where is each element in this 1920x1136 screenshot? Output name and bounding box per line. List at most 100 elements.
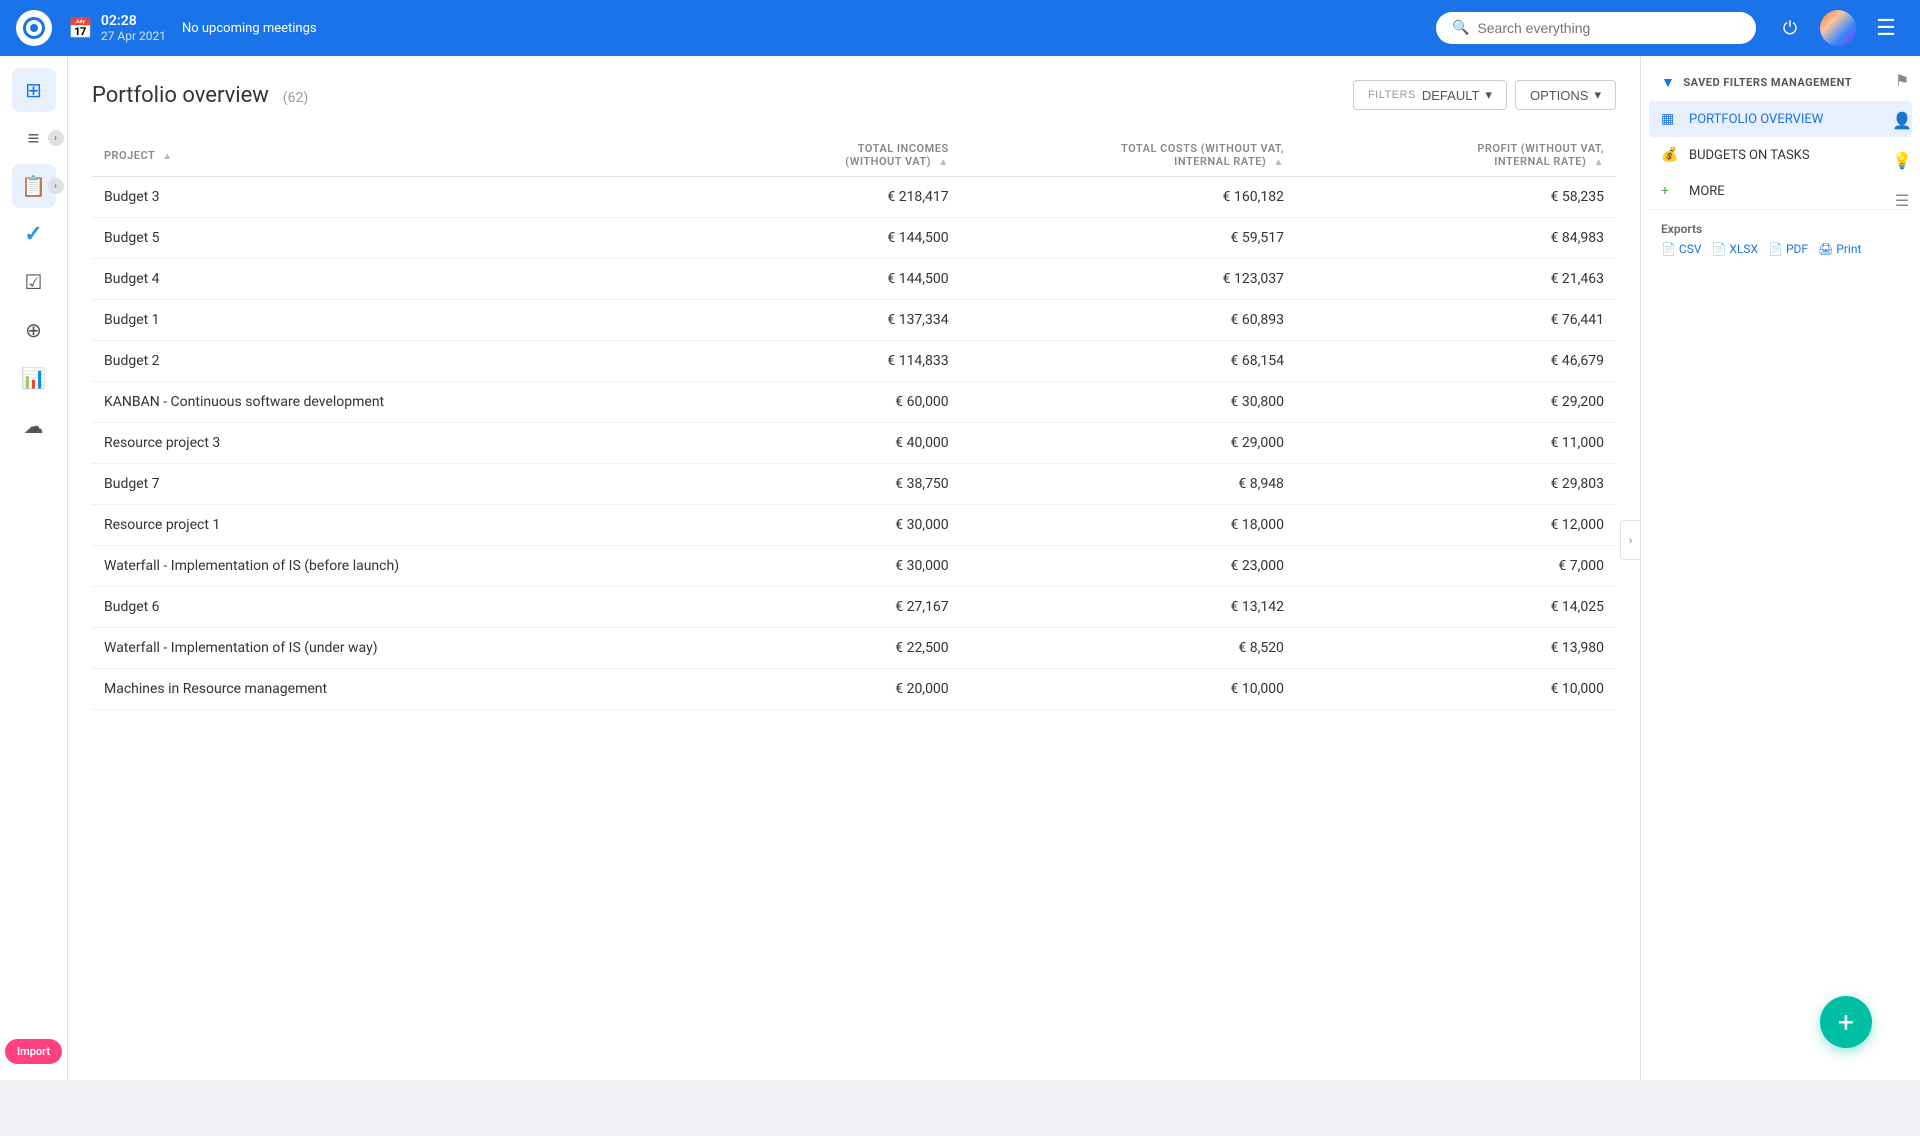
portfolio-overview-label: PORTFOLIO OVERVIEW	[1689, 112, 1823, 127]
checkmark-icon: ✓	[24, 222, 42, 247]
cell-total-incomes: € 60,000	[625, 382, 960, 423]
search-input[interactable]	[1477, 20, 1740, 36]
cell-total-incomes: € 30,000	[625, 546, 960, 587]
cell-total-costs: € 13,142	[961, 587, 1296, 628]
cell-project: Machines in Resource management	[92, 669, 625, 710]
list-icon: ≡	[28, 126, 40, 151]
table-row[interactable]: Machines in Resource management € 20,000…	[92, 669, 1616, 710]
import-button[interactable]: Import	[5, 1039, 62, 1064]
filters-button[interactable]: FILTERS DEFAULT ▾	[1353, 80, 1507, 110]
main-content: Portfolio overview (62) FILTERS DEFAULT …	[68, 56, 1640, 1080]
filter-icon: ▼	[1661, 74, 1675, 91]
filters-label: FILTERS	[1368, 89, 1416, 101]
fab-add-button[interactable]: +	[1820, 996, 1872, 1048]
col-profit[interactable]: PROFIT (WITHOUT VAT,INTERNAL RATE) ▲	[1296, 134, 1616, 177]
sidebar-item-chart[interactable]: 📊	[12, 356, 56, 400]
sidebar-item-cloud[interactable]: ☁	[12, 404, 56, 448]
sort-icon-costs: ▲	[1274, 157, 1284, 168]
cell-project: Resource project 1	[92, 505, 625, 546]
cell-total-incomes: € 137,334	[625, 300, 960, 341]
cell-project: Waterfall - Implementation of IS (before…	[92, 546, 625, 587]
col-profit-label: PROFIT (WITHOUT VAT,INTERNAL RATE)	[1477, 142, 1604, 168]
search-container: 🔍	[1436, 12, 1756, 44]
col-incomes-label: TOTAL INCOMES(WITHOUT VAT)	[845, 142, 948, 168]
cell-total-costs: € 160,182	[961, 177, 1296, 218]
cell-project: Budget 6	[92, 587, 625, 628]
table-row[interactable]: Waterfall - Implementation of IS (under …	[92, 628, 1616, 669]
cell-total-incomes: € 38,750	[625, 464, 960, 505]
sidebar-item-tasks[interactable]: ☑	[12, 260, 56, 304]
page-count: (62)	[283, 90, 308, 106]
table-row[interactable]: Budget 7 € 38,750 € 8,948 € 29,803	[92, 464, 1616, 505]
menu-button[interactable]: ☰	[1868, 10, 1904, 46]
current-time: 02:28	[101, 13, 166, 29]
exports-title: Exports	[1661, 222, 1900, 236]
meeting-status: No upcoming meetings	[182, 21, 317, 36]
sidebar-item-timer[interactable]: ⊕	[12, 308, 56, 352]
cell-profit: € 11,000	[1296, 423, 1616, 464]
cell-total-costs: € 8,520	[961, 628, 1296, 669]
cell-profit: € 46,679	[1296, 341, 1616, 382]
cell-total-costs: € 59,517	[961, 218, 1296, 259]
cell-profit: € 76,441	[1296, 300, 1616, 341]
exports-section: Exports 📄 CSV 📄 XLSX 📄 PDF 🖨 Print	[1649, 209, 1912, 268]
current-date: 27 Apr 2021	[101, 29, 166, 43]
export-csv[interactable]: 📄 CSV	[1661, 242, 1702, 256]
col-project[interactable]: PROJECT ▲	[92, 134, 625, 177]
cell-profit: € 21,463	[1296, 259, 1616, 300]
page-header: Portfolio overview (62) FILTERS DEFAULT …	[92, 80, 1616, 110]
col-total-incomes[interactable]: TOTAL INCOMES(WITHOUT VAT) ▲	[625, 134, 960, 177]
sidebar-item-check[interactable]: ✓	[12, 212, 56, 256]
export-print[interactable]: 🖨 Print	[1818, 242, 1861, 256]
table-row[interactable]: Budget 1 € 137,334 € 60,893 € 76,441	[92, 300, 1616, 341]
timer-icon: ⊕	[25, 318, 42, 342]
panel-collapse-arrow[interactable]: ›	[1620, 520, 1640, 560]
cell-total-incomes: € 114,833	[625, 341, 960, 382]
cell-project: Resource project 3	[92, 423, 625, 464]
cell-profit: € 58,235	[1296, 177, 1616, 218]
sidebar-item-dashboard[interactable]: ⊞	[12, 68, 56, 112]
rp-more[interactable]: + MORE	[1649, 173, 1912, 209]
cell-project: Budget 5	[92, 218, 625, 259]
lightbulb-icon[interactable]: 💡	[1886, 144, 1918, 176]
sidebar-item-list[interactable]: ≡ ›	[12, 116, 56, 160]
cell-total-costs: € 10,000	[961, 669, 1296, 710]
table-row[interactable]: Budget 2 € 114,833 € 68,154 € 46,679	[92, 341, 1616, 382]
options-button[interactable]: OPTIONS ▾	[1515, 80, 1616, 110]
flag-icon[interactable]: ⚑	[1886, 64, 1918, 96]
search-icon: 🔍	[1452, 20, 1469, 36]
logo[interactable]	[16, 10, 52, 46]
right-panel-side-icons: ⚑ 👤 💡 ☰	[1884, 56, 1920, 224]
avatar[interactable]	[1820, 10, 1856, 46]
table-row[interactable]: Resource project 1 € 30,000 € 18,000 € 1…	[92, 505, 1616, 546]
export-xlsx[interactable]: 📄 XLSX	[1712, 242, 1759, 256]
table-row[interactable]: Budget 3 € 218,417 € 160,182 € 58,235	[92, 177, 1616, 218]
task-list-icon[interactable]: ☰	[1886, 184, 1918, 216]
table-body: Budget 3 € 218,417 € 160,182 € 58,235 Bu…	[92, 177, 1616, 710]
rp-budgets-on-tasks[interactable]: 💰 BUDGETS ON TASKS	[1649, 137, 1912, 173]
cell-project: Waterfall - Implementation of IS (under …	[92, 628, 625, 669]
table-row[interactable]: Budget 4 € 144,500 € 123,037 € 21,463	[92, 259, 1616, 300]
table-row[interactable]: KANBAN - Continuous software development…	[92, 382, 1616, 423]
cell-profit: € 12,000	[1296, 505, 1616, 546]
budgets-on-tasks-label: BUDGETS ON TASKS	[1689, 148, 1810, 163]
cell-profit: € 84,983	[1296, 218, 1616, 259]
cell-total-incomes: € 27,167	[625, 587, 960, 628]
table-row[interactable]: Waterfall - Implementation of IS (before…	[92, 546, 1616, 587]
person-search-icon[interactable]: 👤	[1886, 104, 1918, 136]
sidebar-item-portfolio[interactable]: 📋 ›	[12, 164, 56, 208]
clipboard-icon: 📋	[21, 174, 46, 198]
col-total-costs[interactable]: TOTAL COSTS (WITHOUT VAT,INTERNAL RATE) …	[961, 134, 1296, 177]
grid-icon: ⊞	[25, 78, 42, 102]
rp-portfolio-overview[interactable]: ▦ PORTFOLIO OVERVIEW	[1649, 101, 1912, 137]
power-button[interactable]: ⏻	[1772, 10, 1808, 46]
table-row[interactable]: Resource project 3 € 40,000 € 29,000 € 1…	[92, 423, 1616, 464]
export-pdf[interactable]: 📄 PDF	[1768, 242, 1808, 256]
exports-links: 📄 CSV 📄 XLSX 📄 PDF 🖨 Print	[1661, 242, 1900, 256]
table-row[interactable]: Budget 6 € 27,167 € 13,142 € 14,025	[92, 587, 1616, 628]
cell-total-costs: € 60,893	[961, 300, 1296, 341]
sort-icon-profit: ▲	[1594, 157, 1604, 168]
saved-filters-title[interactable]: ▼ SAVED FILTERS MANAGEMENT	[1649, 64, 1912, 101]
checkbox-icon: ☑	[25, 270, 43, 294]
table-row[interactable]: Budget 5 € 144,500 € 59,517 € 84,983	[92, 218, 1616, 259]
